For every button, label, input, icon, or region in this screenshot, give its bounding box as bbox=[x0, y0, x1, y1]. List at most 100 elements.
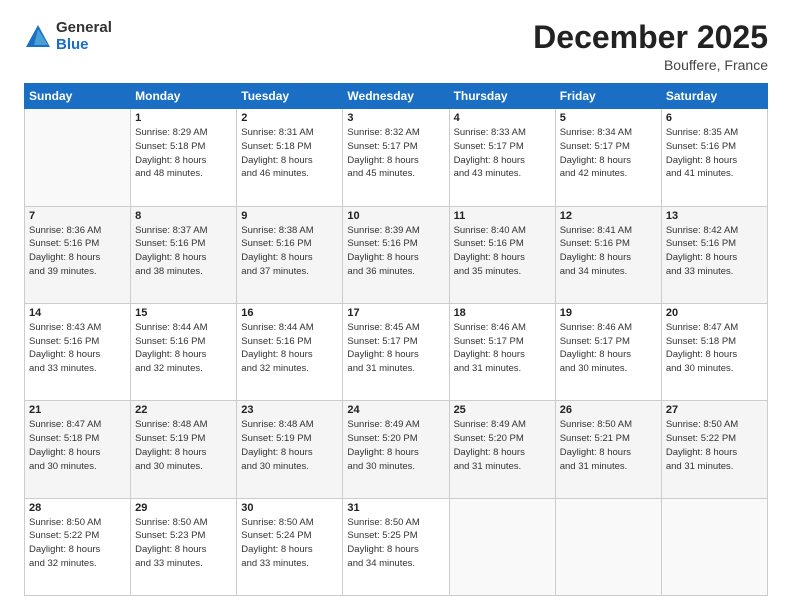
col-thursday: Thursday bbox=[449, 84, 555, 109]
col-wednesday: Wednesday bbox=[343, 84, 449, 109]
day-number: 4 bbox=[454, 112, 551, 124]
day-number: 1 bbox=[135, 112, 232, 124]
day-info: Sunrise: 8:48 AMSunset: 5:19 PMDaylight:… bbox=[135, 418, 232, 473]
table-row: 20Sunrise: 8:47 AMSunset: 5:18 PMDayligh… bbox=[661, 303, 767, 400]
table-row bbox=[661, 498, 767, 595]
day-number: 21 bbox=[29, 404, 126, 416]
logo-general-text: General bbox=[56, 20, 112, 37]
day-number: 23 bbox=[241, 404, 338, 416]
day-info: Sunrise: 8:48 AMSunset: 5:19 PMDaylight:… bbox=[241, 418, 338, 473]
table-row: 21Sunrise: 8:47 AMSunset: 5:18 PMDayligh… bbox=[25, 401, 131, 498]
day-number: 3 bbox=[347, 112, 444, 124]
day-info: Sunrise: 8:36 AMSunset: 5:16 PMDaylight:… bbox=[29, 224, 126, 279]
day-number: 5 bbox=[560, 112, 657, 124]
logo-blue-text: Blue bbox=[56, 37, 112, 54]
calendar-week-row: 1 Sunrise: 8:29 AMSunset: 5:18 PMDaylight… bbox=[25, 109, 768, 206]
day-info: Sunrise: 8:44 AMSunset: 5:16 PMDaylight:… bbox=[135, 321, 232, 376]
day-info: Sunrise: 8:34 AMSunset: 5:17 PMDaylight:… bbox=[560, 126, 657, 181]
day-number: 12 bbox=[560, 210, 657, 222]
col-tuesday: Tuesday bbox=[237, 84, 343, 109]
day-info: Sunrise: 8:50 AMSunset: 5:25 PMDaylight:… bbox=[347, 516, 444, 571]
col-friday: Friday bbox=[555, 84, 661, 109]
table-row: 11 Sunrise: 8:40 AMSunset: 5:16 PMDayligh… bbox=[449, 206, 555, 303]
day-number: 25 bbox=[454, 404, 551, 416]
day-info: Sunrise: 8:40 AMSunset: 5:16 PMDaylight:… bbox=[454, 224, 551, 279]
day-number: 30 bbox=[241, 502, 338, 514]
calendar-week-row: 21Sunrise: 8:47 AMSunset: 5:18 PMDayligh… bbox=[25, 401, 768, 498]
day-number: 19 bbox=[560, 307, 657, 319]
table-row: 17 Sunrise: 8:45 AMSunset: 5:17 PMDayligh… bbox=[343, 303, 449, 400]
table-row: 31 Sunrise: 8:50 AMSunset: 5:25 PMDayligh… bbox=[343, 498, 449, 595]
page: General Blue December 2025 Bouffere, Fra… bbox=[0, 0, 792, 612]
table-row bbox=[449, 498, 555, 595]
table-row bbox=[25, 109, 131, 206]
table-row: 27 Sunrise: 8:50 AMSunset: 5:22 PMDayligh… bbox=[661, 401, 767, 498]
col-sunday: Sunday bbox=[25, 84, 131, 109]
header: General Blue December 2025 Bouffere, Fra… bbox=[24, 20, 768, 73]
day-info: Sunrise: 8:46 AMSunset: 5:17 PMDaylight:… bbox=[560, 321, 657, 376]
subtitle: Bouffere, France bbox=[533, 57, 768, 73]
day-info: Sunrise: 8:45 AMSunset: 5:17 PMDaylight:… bbox=[347, 321, 444, 376]
table-row: 26Sunrise: 8:50 AMSunset: 5:21 PMDayligh… bbox=[555, 401, 661, 498]
day-number: 9 bbox=[241, 210, 338, 222]
day-number: 18 bbox=[454, 307, 551, 319]
table-row: 10Sunrise: 8:39 AMSunset: 5:16 PMDayligh… bbox=[343, 206, 449, 303]
day-info: Sunrise: 8:41 AMSunset: 5:16 PMDaylight:… bbox=[560, 224, 657, 279]
day-number: 11 bbox=[454, 210, 551, 222]
day-number: 28 bbox=[29, 502, 126, 514]
table-row: 2 Sunrise: 8:31 AMSunset: 5:18 PMDaylight… bbox=[237, 109, 343, 206]
table-row bbox=[555, 498, 661, 595]
day-number: 24 bbox=[347, 404, 444, 416]
day-number: 8 bbox=[135, 210, 232, 222]
main-title: December 2025 bbox=[533, 20, 768, 55]
day-info: Sunrise: 8:35 AMSunset: 5:16 PMDaylight:… bbox=[666, 126, 763, 181]
table-row: 25 Sunrise: 8:49 AMSunset: 5:20 PMDayligh… bbox=[449, 401, 555, 498]
day-number: 7 bbox=[29, 210, 126, 222]
day-info: Sunrise: 8:50 AMSunset: 5:22 PMDaylight:… bbox=[29, 516, 126, 571]
day-info: Sunrise: 8:50 AMSunset: 5:23 PMDaylight:… bbox=[135, 516, 232, 571]
calendar-week-row: 14 Sunrise: 8:43 AMSunset: 5:16 PMDayligh… bbox=[25, 303, 768, 400]
table-row: 9 Sunrise: 8:38 AMSunset: 5:16 PMDaylight… bbox=[237, 206, 343, 303]
day-info: Sunrise: 8:33 AMSunset: 5:17 PMDaylight:… bbox=[454, 126, 551, 181]
day-info: Sunrise: 8:49 AMSunset: 5:20 PMDaylight:… bbox=[454, 418, 551, 473]
table-row: 8 Sunrise: 8:37 AMSunset: 5:16 PMDaylight… bbox=[131, 206, 237, 303]
table-row: 18 Sunrise: 8:46 AMSunset: 5:17 PMDayligh… bbox=[449, 303, 555, 400]
table-row: 30 Sunrise: 8:50 AMSunset: 5:24 PMDayligh… bbox=[237, 498, 343, 595]
day-info: Sunrise: 8:31 AMSunset: 5:18 PMDaylight:… bbox=[241, 126, 338, 181]
col-monday: Monday bbox=[131, 84, 237, 109]
day-number: 14 bbox=[29, 307, 126, 319]
day-number: 27 bbox=[666, 404, 763, 416]
table-row: 4 Sunrise: 8:33 AMSunset: 5:17 PMDaylight… bbox=[449, 109, 555, 206]
table-row: 19 Sunrise: 8:46 AMSunset: 5:17 PMDayligh… bbox=[555, 303, 661, 400]
table-row: 14 Sunrise: 8:43 AMSunset: 5:16 PMDayligh… bbox=[25, 303, 131, 400]
day-info: Sunrise: 8:50 AMSunset: 5:24 PMDaylight:… bbox=[241, 516, 338, 571]
day-info: Sunrise: 8:29 AMSunset: 5:18 PMDaylight:… bbox=[135, 126, 232, 181]
logo-text: General Blue bbox=[56, 20, 112, 53]
day-info: Sunrise: 8:37 AMSunset: 5:16 PMDaylight:… bbox=[135, 224, 232, 279]
day-info: Sunrise: 8:46 AMSunset: 5:17 PMDaylight:… bbox=[454, 321, 551, 376]
table-row: 23 Sunrise: 8:48 AMSunset: 5:19 PMDayligh… bbox=[237, 401, 343, 498]
day-number: 2 bbox=[241, 112, 338, 124]
table-row: 16Sunrise: 8:44 AMSunset: 5:16 PMDayligh… bbox=[237, 303, 343, 400]
table-row: 12 Sunrise: 8:41 AMSunset: 5:16 PMDayligh… bbox=[555, 206, 661, 303]
day-number: 31 bbox=[347, 502, 444, 514]
calendar-table: Sunday Monday Tuesday Wednesday Thursday… bbox=[24, 83, 768, 596]
table-row: 6 Sunrise: 8:35 AMSunset: 5:16 PMDaylight… bbox=[661, 109, 767, 206]
logo: General Blue bbox=[24, 20, 112, 53]
table-row: 24Sunrise: 8:49 AMSunset: 5:20 PMDayligh… bbox=[343, 401, 449, 498]
day-info: Sunrise: 8:32 AMSunset: 5:17 PMDaylight:… bbox=[347, 126, 444, 181]
table-row: 29 Sunrise: 8:50 AMSunset: 5:23 PMDayligh… bbox=[131, 498, 237, 595]
day-number: 29 bbox=[135, 502, 232, 514]
day-number: 6 bbox=[666, 112, 763, 124]
day-info: Sunrise: 8:38 AMSunset: 5:16 PMDaylight:… bbox=[241, 224, 338, 279]
day-number: 16 bbox=[241, 307, 338, 319]
day-number: 17 bbox=[347, 307, 444, 319]
day-info: Sunrise: 8:43 AMSunset: 5:16 PMDaylight:… bbox=[29, 321, 126, 376]
table-row: 1 Sunrise: 8:29 AMSunset: 5:18 PMDaylight… bbox=[131, 109, 237, 206]
day-number: 15 bbox=[135, 307, 232, 319]
table-row: 15 Sunrise: 8:44 AMSunset: 5:16 PMDayligh… bbox=[131, 303, 237, 400]
table-row: 22Sunrise: 8:48 AMSunset: 5:19 PMDayligh… bbox=[131, 401, 237, 498]
day-info: Sunrise: 8:50 AMSunset: 5:21 PMDaylight:… bbox=[560, 418, 657, 473]
day-number: 20 bbox=[666, 307, 763, 319]
day-info: Sunrise: 8:50 AMSunset: 5:22 PMDaylight:… bbox=[666, 418, 763, 473]
